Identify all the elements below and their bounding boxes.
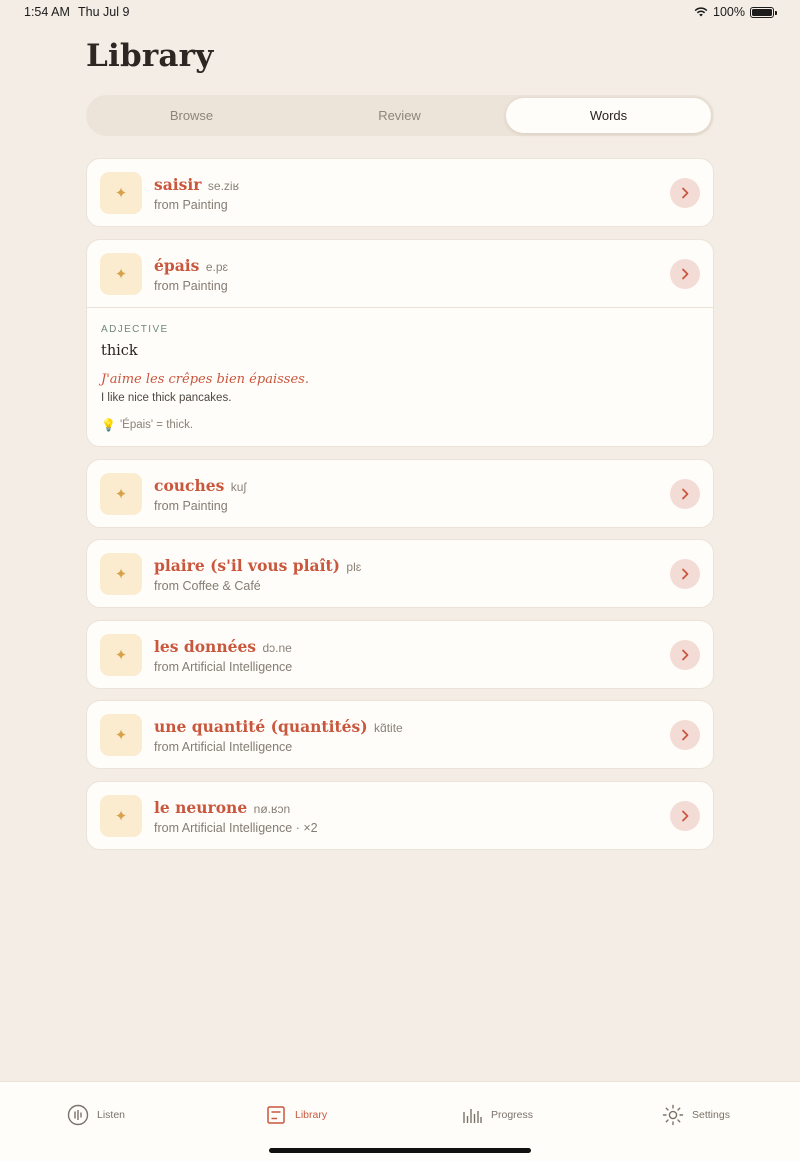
word-source: from Artificial Intelligence [154,740,293,754]
home-indicator [269,1148,531,1153]
battery-icon [750,6,777,18]
segment-words[interactable]: Words [506,98,711,133]
word-card-header[interactable]: ✦ le neurone nø.ʁɔn from Artificial Inte… [87,782,713,849]
word-source: from Painting [154,499,228,513]
tab-listen[interactable]: Listen [67,1104,125,1126]
sparkle-icon: ✦ [100,253,142,295]
word-detail-panel: ADJECTIVE thick J'aime les crêpes bien é… [87,307,713,446]
word-source: from Artificial Intelligence · ×2 [154,821,318,835]
word-card-header[interactable]: ✦ plaire (s'il vous plaît) plɛ from Coff… [87,540,713,607]
word-text: saisir [154,175,202,194]
word-pronunciation: se.ziʁ [207,179,240,193]
word-card-epais[interactable]: ✦ épais e.pɛ from Painting ADJECTIVE thi… [86,239,714,447]
lightbulb-icon: 💡 [101,418,116,432]
library-icon [267,1106,285,1124]
word-card-les-donnees[interactable]: ✦ les données dɔ.ne from Artificial Inte… [86,620,714,689]
chevron-right-icon[interactable] [670,178,700,208]
tab-progress[interactable]: Progress [461,1104,533,1126]
tab-label: Listen [97,1109,126,1121]
example-translation: I like nice thick pancakes. [101,392,232,404]
sparkle-icon: ✦ [100,795,142,837]
chevron-right-icon[interactable] [670,559,700,589]
word-card-couches[interactable]: ✦ couches kuʃ from Painting [86,459,714,528]
tab-label: Library [295,1109,328,1121]
word-pronunciation: e.pɛ [205,260,228,274]
tab-settings[interactable]: Settings [662,1104,730,1126]
word-card-saisir[interactable]: ✦ saisir se.ziʁ from Painting [86,158,714,227]
word-card-header[interactable]: ✦ saisir se.ziʁ from Painting [87,159,713,226]
word-card-plaire[interactable]: ✦ plaire (s'il vous plaît) plɛ from Coff… [86,539,714,608]
word-card-le-neurone[interactable]: ✦ le neurone nø.ʁɔn from Artificial Inte… [86,781,714,850]
sparkle-icon: ✦ [100,172,142,214]
word-pronunciation: kɑ̃tite [374,721,403,735]
tab-library[interactable]: Library [265,1104,327,1126]
sparkle-icon: ✦ [100,634,142,676]
word-pronunciation: kuʃ [230,480,247,494]
status-time: 1:54 AM [24,5,70,19]
status-indicators: 100% [694,5,777,19]
status-bar: 1:54 AM Thu Jul 9 100% [0,0,800,24]
word-card-header[interactable]: ✦ les données dɔ.ne from Artificial Inte… [87,621,713,688]
part-of-speech: ADJECTIVE [101,324,169,335]
sparkle-icon: ✦ [100,714,142,756]
word-text: couches [154,476,225,495]
word-pronunciation: nø.ʁɔn [253,802,291,816]
segment-browse[interactable]: Browse [89,98,294,133]
word-source: from Artificial Intelligence [154,660,293,674]
word-text: épais [154,256,200,275]
memory-tip: 💡 'Épais' = thick. [101,418,193,432]
chevron-right-icon[interactable] [670,640,700,670]
battery-percent: 100% [713,5,745,19]
memory-tip-text: 'Épais' = thick. [119,419,194,431]
word-text: une quantité (quantités) [154,717,368,736]
word-source: from Painting [154,279,228,293]
word-card-header[interactable]: ✦ épais e.pɛ from Painting [87,240,713,307]
word-source: from Painting [154,198,228,212]
word-meaning: thick [101,343,138,359]
wifi-icon [694,7,708,17]
word-text: les données [154,637,257,656]
word-text: le neurone [154,798,248,817]
word-card-une-quantite[interactable]: ✦ une quantité (quantités) kɑ̃tite from … [86,700,714,769]
listen-icon [67,1104,89,1126]
example-sentence: J'aime les crêpes bien épaisses. [101,372,309,387]
segment-review[interactable]: Review [297,98,502,133]
sparkle-icon: ✦ [100,473,142,515]
word-card-header[interactable]: ✦ couches kuʃ from Painting [87,460,713,527]
status-date: Thu Jul 9 [78,5,130,19]
sparkle-icon: ✦ [100,553,142,595]
word-text: plaire (s'il vous plaît) [154,556,340,575]
library-screen: 1:54 AM Thu Jul 9 100% Library Browse Re… [0,0,800,1161]
chevron-right-icon[interactable] [670,720,700,750]
progress-icon [463,1109,482,1123]
word-source: from Coffee & Café [154,579,261,593]
tab-label: Progress [491,1109,534,1121]
chevron-right-icon[interactable] [670,801,700,831]
tab-label: Settings [692,1109,730,1121]
word-pronunciation: dɔ.ne [262,641,292,655]
word-pronunciation: plɛ [346,560,362,574]
library-segmented-control: Browse Review Words [86,95,714,136]
page-title: Library [86,38,214,74]
chevron-right-icon[interactable] [670,479,700,509]
word-card-header[interactable]: ✦ une quantité (quantités) kɑ̃tite from … [87,701,713,768]
settings-icon [662,1104,684,1126]
chevron-right-icon[interactable] [670,259,700,289]
